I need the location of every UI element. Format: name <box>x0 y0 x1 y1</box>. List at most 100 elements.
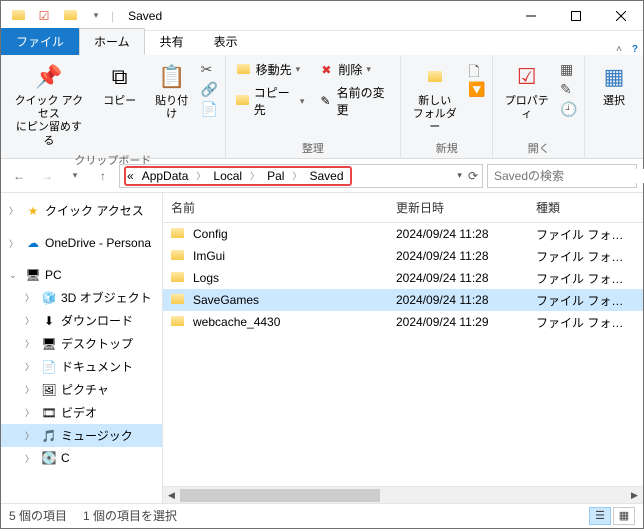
tree-item[interactable]: 〉🖼ピクチャ <box>1 378 162 401</box>
breadcrumb-overflow[interactable]: « <box>124 169 137 183</box>
tree-item-icon: 🧊 <box>41 290 57 306</box>
file-row[interactable]: Config2024/09/24 11:28ファイル フォルダー <box>163 223 643 245</box>
open-icon[interactable]: ▦ <box>560 61 578 79</box>
maximize-button[interactable] <box>553 1 598 30</box>
breadcrumb-part[interactable]: AppData <box>139 169 192 183</box>
qat-dropdown-icon[interactable]: ▾ <box>85 5 107 27</box>
breadcrumb-part[interactable]: Pal <box>264 169 287 183</box>
window-title: Saved <box>120 9 508 23</box>
icons-view-button[interactable]: ▦ <box>613 507 635 525</box>
chevron-right-icon: 〉 <box>289 169 304 182</box>
history-icon[interactable]: 🕘 <box>560 101 578 119</box>
details-view-button[interactable]: ☰ <box>589 507 611 525</box>
scroll-right-icon[interactable]: ▶ <box>626 487 643 504</box>
col-type[interactable]: 種類 <box>528 193 638 222</box>
tree-quick-access[interactable]: 〉★クイック アクセス <box>1 199 162 222</box>
tree-item[interactable]: 〉💽C <box>1 447 162 469</box>
file-row[interactable]: ImGui2024/09/24 11:28ファイル フォルダー <box>163 245 643 267</box>
help-icon[interactable]: ? <box>627 44 643 55</box>
recent-dropdown[interactable]: ▾ <box>63 164 87 188</box>
easy-access-icon[interactable]: 🔽 <box>468 81 486 99</box>
up-button[interactable]: ↑ <box>91 164 115 188</box>
scroll-thumb[interactable] <box>180 489 380 502</box>
paste-icon: 📋 <box>156 61 188 93</box>
breadcrumb-part[interactable]: Local <box>210 169 245 183</box>
copy-to-button[interactable]: コピー先▾ <box>232 82 309 120</box>
ribbon-tabs: ファイル ホーム 共有 表示 ˄ ? <box>1 31 643 55</box>
tab-share[interactable]: 共有 <box>145 28 199 55</box>
tab-view[interactable]: 表示 <box>199 28 253 55</box>
selected-count: 1 個の項目を選択 <box>83 507 177 524</box>
breadcrumb: « AppData〉 Local〉 Pal〉 Saved <box>124 169 347 183</box>
col-name[interactable]: 名前 <box>163 193 388 222</box>
group-label: 新規 <box>407 138 486 156</box>
select-icon: ▦ <box>598 61 630 93</box>
delete-button[interactable]: ✖削除▾ <box>314 59 394 80</box>
col-date[interactable]: 更新日時 <box>388 193 528 222</box>
group-label: 整理 <box>232 138 395 156</box>
ribbon-collapse-icon[interactable]: ˄ <box>611 44 627 55</box>
navigation-tree[interactable]: 〉★クイック アクセス 〉☁OneDrive - Persona ⌄🖥PC 〉🧊… <box>1 193 163 503</box>
item-count: 5 個の項目 <box>9 507 67 524</box>
tree-item[interactable]: 〉🎞ビデオ <box>1 401 162 424</box>
minimize-button[interactable] <box>508 1 553 30</box>
ribbon: 📌 クイック アクセス にピン留めする ⧉ コピー 📋 貼り付け ✂ 🔗 📄 ク… <box>1 55 643 159</box>
title-bar: ☑ ▾ | Saved <box>1 1 643 31</box>
group-label: 開く <box>499 138 578 156</box>
open-small: ▦ ✎ 🕘 <box>560 59 578 119</box>
edit-icon[interactable]: ✎ <box>560 81 578 99</box>
horizontal-scrollbar[interactable]: ◀ ▶ <box>163 486 643 503</box>
search-input[interactable] <box>494 169 644 183</box>
rename-icon: ✎ <box>318 93 332 109</box>
tree-item-icon: 🎵 <box>41 428 57 444</box>
tree-item[interactable]: 〉🎵ミュージック <box>1 424 162 447</box>
folder-icon <box>7 5 29 27</box>
paste-button[interactable]: 📋 貼り付け <box>149 59 195 123</box>
select-button[interactable]: ▦ 選択 <box>591 59 637 110</box>
copy-button[interactable]: ⧉ コピー <box>97 59 143 110</box>
pin-to-quick-access-button[interactable]: 📌 クイック アクセス にピン留めする <box>7 59 91 150</box>
group-new: 新しい フォルダー 🗋 🔽 新規 <box>401 55 493 158</box>
address-dropdown-icon[interactable]: ▾ <box>457 170 462 181</box>
scroll-left-icon[interactable]: ◀ <box>163 487 180 504</box>
cut-icon[interactable]: ✂ <box>201 61 219 79</box>
tree-item[interactable]: 〉🖥デスクトップ <box>1 332 162 355</box>
quick-access-toolbar: ☑ ▾ | <box>1 5 120 27</box>
breadcrumb-part[interactable]: Saved <box>306 169 346 183</box>
tab-file[interactable]: ファイル <box>1 28 79 55</box>
rename-button[interactable]: ✎名前の変更 <box>314 82 394 120</box>
file-row[interactable]: SaveGames2024/09/24 11:28ファイル フォルダー <box>163 289 643 311</box>
tree-item[interactable]: 〉⬇ダウンロード <box>1 309 162 332</box>
qat-newfolder-icon[interactable] <box>59 5 81 27</box>
refresh-icon[interactable]: ⟳ <box>468 169 478 183</box>
new-item-icon[interactable]: 🗋 <box>468 61 486 79</box>
content-area: 〉★クイック アクセス 〉☁OneDrive - Persona ⌄🖥PC 〉🧊… <box>1 193 643 503</box>
paste-shortcut-icon[interactable]: 📄 <box>201 101 219 119</box>
folder-icon <box>171 227 187 241</box>
search-box[interactable] <box>487 164 637 188</box>
address-bar[interactable]: « AppData〉 Local〉 Pal〉 Saved ▾ ⟳ <box>119 164 483 188</box>
pc-icon: 🖥 <box>25 267 41 283</box>
file-list: 名前 更新日時 種類 Config2024/09/24 11:28ファイル フォ… <box>163 193 643 503</box>
tab-home[interactable]: ホーム <box>79 28 145 55</box>
tree-item[interactable]: 〉📄ドキュメント <box>1 355 162 378</box>
properties-button[interactable]: ☑ プロパティ <box>499 59 554 123</box>
tree-onedrive[interactable]: 〉☁OneDrive - Persona <box>1 232 162 254</box>
status-bar: 5 個の項目 1 個の項目を選択 ☰ ▦ <box>1 503 643 527</box>
clipboard-small: ✂ 🔗 📄 <box>201 59 219 119</box>
tree-item-icon: 📄 <box>41 359 57 375</box>
forward-button[interactable]: → <box>35 164 59 188</box>
qat-properties-icon[interactable]: ☑ <box>33 5 55 27</box>
new-folder-button[interactable]: 新しい フォルダー <box>407 59 462 137</box>
window-controls <box>508 1 643 30</box>
new-small: 🗋 🔽 <box>468 59 486 99</box>
move-to-button[interactable]: 移動先▾ <box>232 59 309 80</box>
back-button[interactable]: ← <box>7 164 31 188</box>
close-button[interactable] <box>598 1 643 30</box>
tree-pc[interactable]: ⌄🖥PC <box>1 264 162 286</box>
folder-icon <box>171 271 187 285</box>
tree-item[interactable]: 〉🧊3D オブジェクト <box>1 286 162 309</box>
file-row[interactable]: Logs2024/09/24 11:28ファイル フォルダー <box>163 267 643 289</box>
copy-path-icon[interactable]: 🔗 <box>201 81 219 99</box>
file-row[interactable]: webcache_44302024/09/24 11:29ファイル フォルダー <box>163 311 643 333</box>
